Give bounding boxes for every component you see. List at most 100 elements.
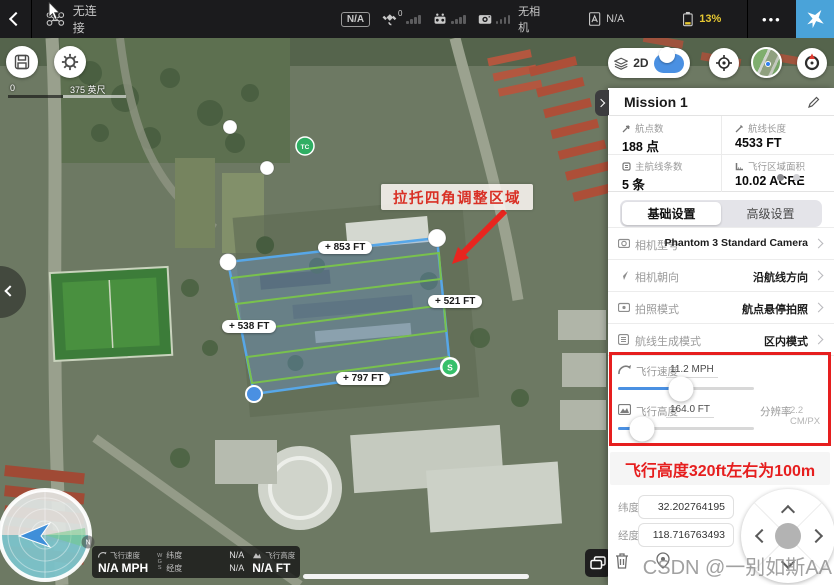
speed-value[interactable]: 11.2 MPH	[666, 364, 718, 378]
more-menu-button[interactable]: •••	[762, 12, 782, 27]
crosshair-icon	[715, 54, 733, 72]
dpad-center-button[interactable]	[775, 523, 801, 549]
map-view-toggle[interactable]: 2D	[608, 48, 690, 78]
edge-length-pill-right[interactable]: + 521 FT	[428, 295, 482, 308]
dpad-up-button[interactable]	[781, 505, 795, 519]
camera-icon	[478, 12, 492, 26]
compass-icon	[802, 53, 822, 73]
altitude-slider-knob[interactable]	[630, 416, 655, 441]
back-chevron-icon	[9, 12, 23, 26]
telemetry-coords: WGS 纬度N/A 经度N/A	[156, 550, 244, 574]
flight-mode-icon	[588, 9, 601, 29]
settings-tabs: 基础设置 高级设置	[620, 200, 822, 227]
mission-panel: Mission 1 航点数 188 点 航线长度 4533 FT 主航线条数 5…	[608, 88, 834, 585]
wgs-label: WGS	[156, 553, 163, 572]
altitude-icon	[252, 551, 262, 559]
2d-toggle-switch[interactable]	[654, 54, 684, 73]
north-label: N	[85, 540, 90, 547]
location-dot	[765, 61, 771, 67]
resolution-value: 2.2 CM/PX	[790, 405, 834, 427]
mode-badge: N/A	[341, 12, 370, 27]
takeoff-button[interactable]	[796, 0, 834, 38]
dpad-down-button[interactable]	[781, 555, 795, 569]
locate-me-button[interactable]	[709, 48, 739, 78]
save-icon	[14, 54, 30, 70]
route-length-icon	[735, 124, 744, 133]
tab-basic-settings[interactable]: 基础设置	[622, 202, 721, 225]
airplane-icon	[804, 8, 826, 30]
telemetry-altitude: 飞行高度 N/A FT	[252, 550, 295, 575]
top-status-bar: 无连接 N/A 0 无相机 N/A 13% •••	[0, 0, 834, 38]
panel-collapse-tab[interactable]	[595, 90, 609, 116]
telemetry-bar: 飞行速度 N/A MPH WGS 纬度N/A 经度N/A 飞行高度 N/A FT	[92, 546, 300, 578]
row-camera-heading[interactable]: 相机朝向 沿航线方向	[608, 259, 834, 291]
camera-status: 无相机	[518, 3, 544, 35]
chevron-right-icon	[814, 271, 824, 281]
photo-mode-icon	[618, 302, 630, 312]
drone-icon	[46, 10, 65, 28]
row-route-mode[interactable]: 航线生成模式 区内模式	[608, 323, 834, 355]
panel-header: Mission 1	[608, 88, 834, 116]
edge-length-pill-left[interactable]: + 538 FT	[222, 320, 276, 333]
compass-reset-button[interactable]	[797, 48, 827, 78]
map-type-button[interactable]	[751, 47, 782, 78]
flight-mode-value: N/A	[606, 13, 624, 25]
camera-model-icon	[618, 238, 630, 248]
scale-start-label: 0	[10, 83, 15, 93]
battery-percent: 13%	[699, 13, 721, 25]
latitude-input[interactable]: 32.202764195	[638, 495, 734, 519]
heading-icon	[618, 270, 629, 281]
waypoints-icon	[622, 124, 631, 133]
stat-area: 飞行区域面积 10.02 ACRE	[721, 154, 831, 192]
speed-slider-knob[interactable]	[668, 376, 693, 401]
delete-mission-icon[interactable]	[614, 552, 630, 569]
gear-icon	[61, 53, 79, 71]
stat-route-length: 航线长度 4533 FT	[721, 116, 831, 154]
back-button[interactable]	[0, 14, 31, 24]
speed-icon	[98, 551, 107, 559]
divider	[31, 0, 32, 38]
speed-slider-track[interactable]	[618, 387, 754, 390]
map-scale-bar	[8, 95, 126, 98]
altitude-icon	[618, 404, 631, 415]
latitude-label: 纬度	[618, 500, 639, 515]
annotation-drag-hint: 拉托四角调整区域	[381, 184, 533, 210]
view-2d-label: 2D	[633, 56, 648, 70]
dpad-left-button[interactable]	[755, 529, 769, 543]
edge-length-pill-top[interactable]: + 853 FT	[318, 241, 372, 254]
remote-controller-icon	[433, 11, 447, 27]
tab-advanced-settings[interactable]: 高级设置	[721, 202, 820, 225]
gps-signal-bars	[406, 15, 421, 24]
chevron-right-icon	[597, 99, 605, 107]
chevron-right-icon	[814, 303, 824, 313]
layers-icon	[614, 57, 628, 70]
save-mission-button[interactable]	[6, 46, 38, 78]
map-pin-icon[interactable]	[656, 552, 670, 569]
connection-status: 无连接	[73, 2, 101, 36]
chevron-left-icon	[4, 285, 15, 296]
stats-pagination-dots[interactable]	[777, 174, 800, 181]
chevron-right-icon	[814, 335, 824, 345]
battery-icon	[682, 9, 694, 29]
stat-mainlines: 主航线条数 5 条	[608, 154, 718, 192]
gps-satellite-count: 0	[398, 9, 402, 18]
row-camera-model[interactable]: 相机型号 Phantom 3 Standard Camera	[608, 227, 834, 259]
longitude-input[interactable]: 118.716763493	[638, 523, 734, 547]
map-settings-button[interactable]	[54, 46, 86, 78]
row-photo-mode[interactable]: 拍照模式 航点悬停拍照	[608, 291, 834, 323]
route-mode-icon	[618, 334, 629, 345]
telemetry-speed: 飞行速度 N/A MPH	[98, 550, 148, 575]
flight-params-section: 飞行速度 11.2 MPH 飞行高度 164.0 FT 分辨率 2.2 CM/P…	[608, 355, 834, 446]
mainlines-icon	[622, 162, 631, 171]
edge-length-pill-bottom[interactable]: + 797 FT	[336, 372, 390, 385]
speed-icon	[618, 364, 632, 376]
camera-signal-bars	[496, 15, 511, 24]
edit-pencil-icon[interactable]	[808, 96, 820, 108]
resolution-label: 分辨率	[760, 404, 792, 419]
home-indicator[interactable]	[303, 574, 529, 579]
divider	[747, 0, 748, 38]
dpad-right-button[interactable]	[809, 529, 823, 543]
altitude-slider-track[interactable]	[618, 427, 754, 430]
altitude-value[interactable]: 164.0 FT	[666, 404, 714, 418]
app-screen: S TC + 853 FT + 521 FT + 538 FT + 797 FT…	[0, 0, 834, 585]
